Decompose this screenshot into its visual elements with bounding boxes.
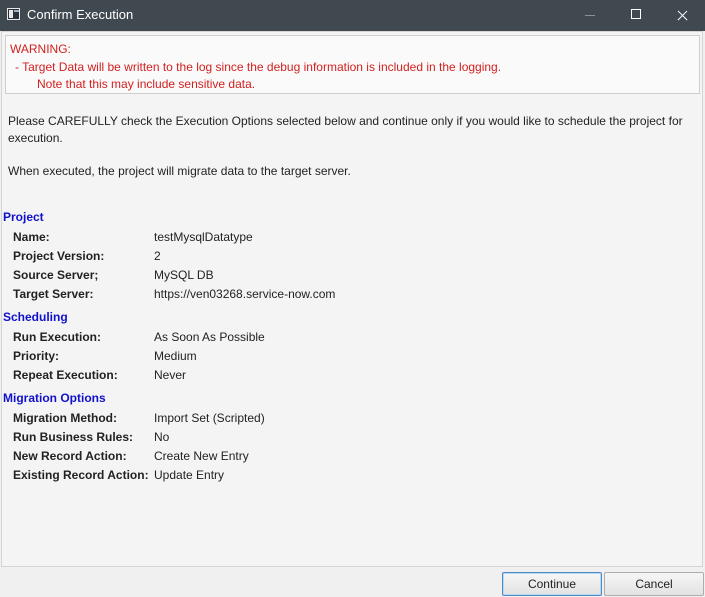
run-business-rules-value: No xyxy=(154,430,170,444)
repeat-execution-value: Never xyxy=(154,368,187,382)
warning-line-1: - Target Data will be written to the log… xyxy=(15,60,502,74)
repeat-execution-label: Repeat Execution: xyxy=(13,368,118,382)
window-title: Confirm Execution xyxy=(27,7,134,22)
minimize-button[interactable] xyxy=(567,0,613,31)
continue-button[interactable]: Continue xyxy=(502,572,602,596)
priority-value: Medium xyxy=(154,349,197,363)
source-server-label: Source Server; xyxy=(13,268,99,282)
project-version-value: 2 xyxy=(154,249,161,263)
project-heading: Project xyxy=(3,210,44,224)
dialog-content: WARNING: - Target Data will be written t… xyxy=(1,31,703,567)
priority-label: Priority: xyxy=(13,349,60,363)
title-bar[interactable]: Confirm Execution xyxy=(0,0,705,31)
run-execution-label: Run Execution: xyxy=(13,330,102,344)
scheduling-heading: Scheduling xyxy=(3,310,68,324)
migration-method-value: Import Set (Scripted) xyxy=(154,411,265,425)
warning-title: WARNING: xyxy=(10,42,71,56)
close-button[interactable] xyxy=(659,0,705,31)
execution-note: When executed, the project will migrate … xyxy=(8,164,351,178)
target-server-label: Target Server: xyxy=(13,287,94,301)
new-record-action-label: New Record Action: xyxy=(13,449,127,463)
instruction-text: Please CAREFULLY check the Execution Opt… xyxy=(8,114,683,145)
maximize-button[interactable] xyxy=(613,0,659,31)
new-record-action-value: Create New Entry xyxy=(154,449,249,463)
warning-box: WARNING: - Target Data will be written t… xyxy=(5,35,700,94)
name-label: Name: xyxy=(13,230,50,244)
migration-options-heading: Migration Options xyxy=(3,391,106,405)
run-business-rules-label: Run Business Rules: xyxy=(13,430,134,444)
existing-record-action-value: Update Entry xyxy=(154,468,225,482)
name-value: testMysqlDatatype xyxy=(154,230,253,244)
target-server-value: https://ven03268.service-now.com xyxy=(154,287,336,301)
project-version-label: Project Version: xyxy=(13,249,105,263)
cancel-button[interactable]: Cancel xyxy=(604,572,704,596)
existing-record-action-label: Existing Record Action: xyxy=(13,468,149,482)
warning-line-2: Note that this may include sensitive dat… xyxy=(37,77,256,91)
source-server-value: MySQL DB xyxy=(154,268,214,282)
migration-method-label: Migration Method: xyxy=(13,411,117,425)
app-icon xyxy=(7,8,20,20)
run-execution-value: As Soon As Possible xyxy=(154,330,265,344)
